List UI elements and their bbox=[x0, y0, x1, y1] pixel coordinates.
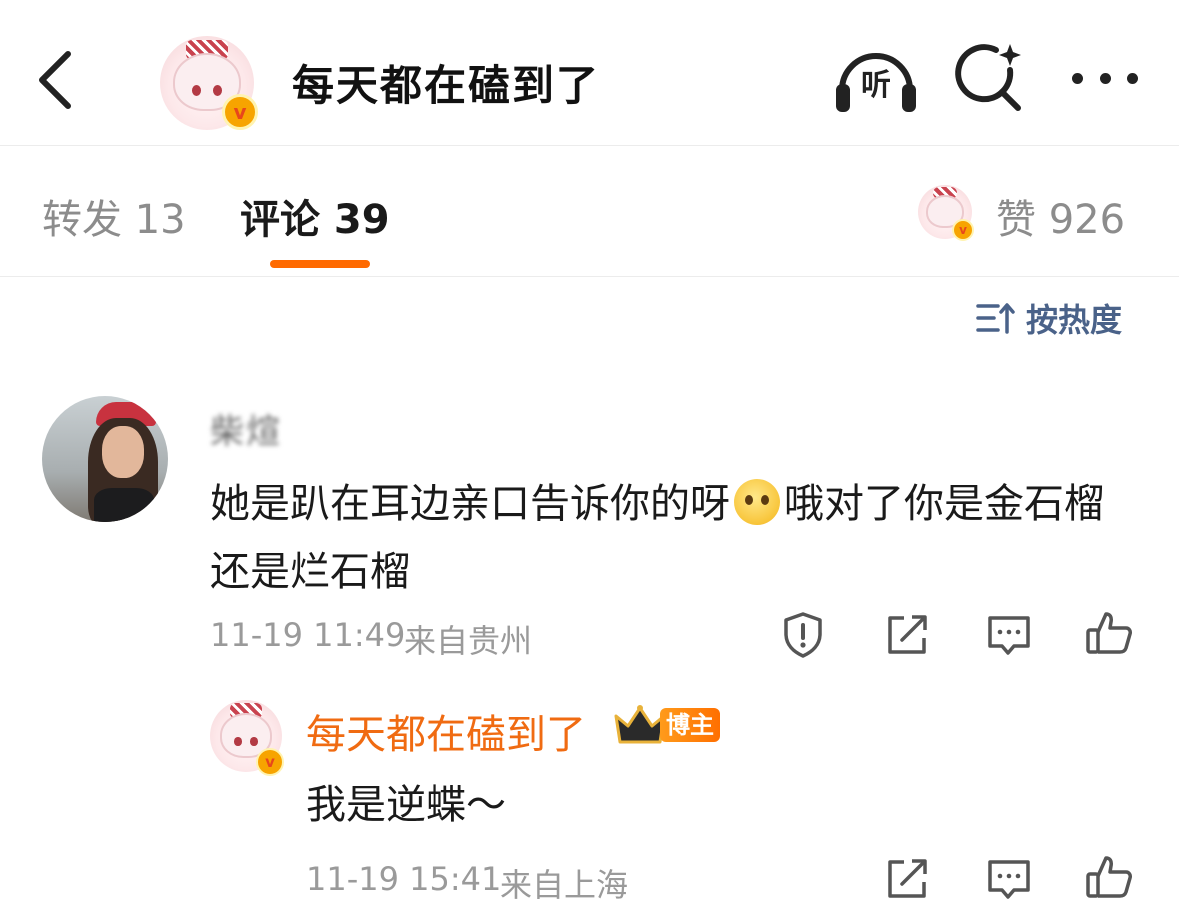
comment-icon bbox=[988, 616, 1030, 655]
active-tab-indicator bbox=[270, 260, 370, 268]
tab-bar: 转发 13 评论 39 v 赞 926 bbox=[0, 147, 1179, 277]
pleading-face-emoji bbox=[734, 479, 780, 525]
page-title: 每天都在磕到了 bbox=[292, 61, 601, 110]
more-dot-icon bbox=[1127, 72, 1138, 84]
liker-avatar[interactable]: v bbox=[918, 185, 974, 241]
back-button[interactable] bbox=[26, 40, 86, 120]
tab-repost[interactable]: 转发 13 bbox=[42, 187, 186, 245]
tab-comment[interactable]: 评论 39 bbox=[240, 187, 390, 245]
avatar-eye-right bbox=[250, 737, 258, 747]
verified-badge-icon: v bbox=[222, 94, 258, 130]
listen-button[interactable]: 听 bbox=[832, 40, 920, 118]
more-dot-icon bbox=[1072, 72, 1083, 84]
blogger-tag: 博主 bbox=[660, 708, 720, 742]
report-button[interactable] bbox=[778, 610, 828, 660]
report-icon bbox=[784, 612, 822, 658]
comment-text: 她是趴在耳边亲口告诉你的呀 哦对了你是金石榴还是烂石榴 bbox=[210, 470, 1140, 606]
avatar-top bbox=[94, 488, 154, 522]
verified-badge-icon: v bbox=[952, 219, 974, 241]
comment-time: 11-19 11:49 bbox=[210, 616, 406, 654]
comment-text-part1: 她是趴在耳边亲口告诉你的呀 bbox=[210, 481, 730, 527]
share-icon bbox=[888, 615, 927, 654]
reply-avatar[interactable]: v bbox=[210, 700, 284, 776]
reply-text: 我是逆蝶～ bbox=[306, 782, 506, 828]
comment-icon bbox=[988, 860, 1030, 899]
like-button[interactable] bbox=[1084, 608, 1134, 658]
like-icon bbox=[1086, 612, 1132, 654]
reply-share-button[interactable] bbox=[882, 854, 932, 904]
share-button[interactable] bbox=[882, 610, 932, 660]
reply-username[interactable]: 每天都在磕到了 bbox=[306, 702, 586, 760]
commenter-avatar[interactable] bbox=[42, 396, 168, 522]
reply-time: 11-19 15:41 bbox=[306, 860, 502, 898]
verified-badge-icon: v bbox=[256, 748, 284, 776]
reply-location: 来自上海 bbox=[500, 866, 629, 904]
avatar-face bbox=[102, 426, 144, 478]
comment-button[interactable] bbox=[984, 610, 1034, 660]
top-nav-bar: v 每天都在磕到了 听 bbox=[0, 0, 1179, 146]
search-sparkle-icon bbox=[955, 44, 1021, 111]
listen-label: 听 bbox=[861, 68, 891, 103]
reply-comment-button[interactable] bbox=[984, 854, 1034, 904]
avatar-eye-left bbox=[234, 737, 242, 747]
blogger-avatar[interactable]: v bbox=[160, 36, 258, 130]
search-button[interactable] bbox=[952, 40, 1032, 118]
tab-like[interactable]: 赞 926 bbox=[996, 187, 1125, 245]
back-arrow-icon bbox=[39, 51, 71, 109]
more-dot-icon bbox=[1099, 72, 1111, 84]
reply-like-button[interactable] bbox=[1084, 852, 1134, 902]
sort-label: 按热度 bbox=[1026, 301, 1123, 339]
avatar-eye-right bbox=[212, 84, 223, 97]
commenter-username[interactable]: 柴煊 bbox=[210, 404, 282, 453]
like-icon bbox=[1086, 856, 1132, 898]
sort-button[interactable]: 按热度 bbox=[976, 296, 1122, 340]
share-icon bbox=[888, 859, 927, 898]
sort-icon bbox=[976, 303, 1015, 334]
comment-location: 来自贵州 bbox=[404, 622, 533, 660]
more-button[interactable] bbox=[1068, 56, 1142, 100]
